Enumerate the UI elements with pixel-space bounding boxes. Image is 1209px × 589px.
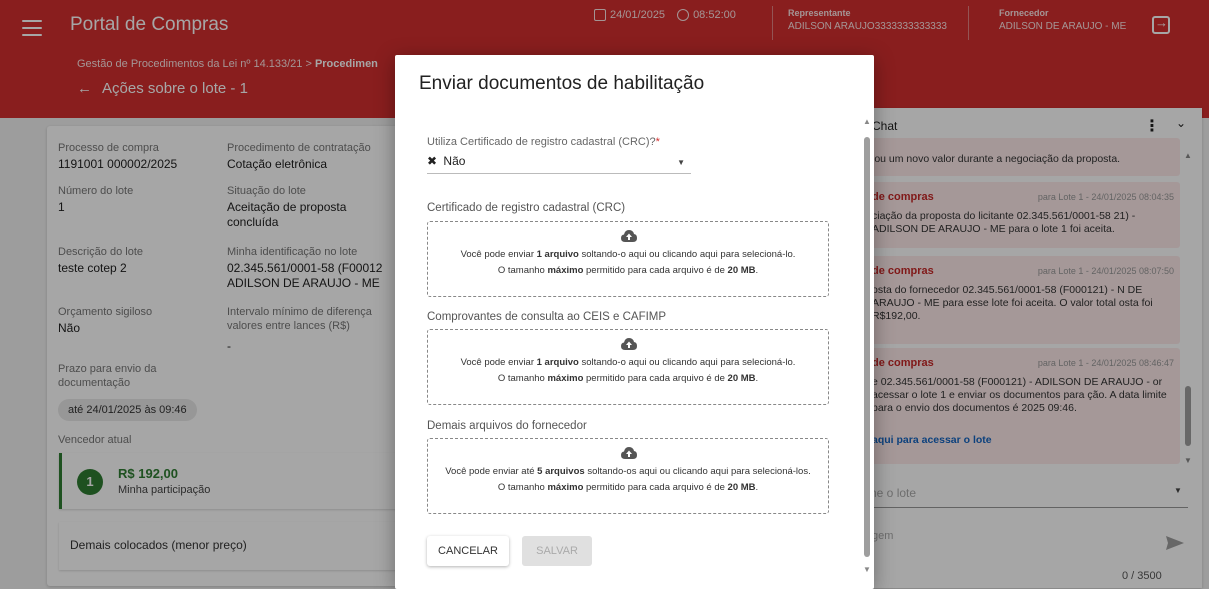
dialog-title: Enviar documentos de habilitação bbox=[419, 73, 705, 94]
dialog-scrollbar[interactable] bbox=[864, 137, 870, 557]
dropzone-size-limit: O tamanho máximo permitido para cada arq… bbox=[497, 265, 759, 276]
scroll-up-icon[interactable]: ▲ bbox=[863, 117, 871, 126]
cancel-button[interactable]: CANCELAR bbox=[427, 536, 509, 566]
other-files-dropzone[interactable]: Você pode enviar até 5 arquivos soltando… bbox=[427, 438, 829, 514]
crc-dropzone[interactable]: Você pode enviar 1 arquivo soltando-o aq… bbox=[427, 221, 829, 297]
chevron-down-icon: ▼ bbox=[677, 158, 685, 167]
scroll-down-icon[interactable]: ▼ bbox=[863, 565, 871, 574]
required-mark: * bbox=[655, 136, 660, 148]
ceis-dropzone[interactable]: Você pode enviar 1 arquivo soltando-o aq… bbox=[427, 329, 829, 405]
dropzone-instructions: Você pode enviar 1 arquivo soltando-o aq… bbox=[460, 249, 796, 260]
close-x-icon: ✖ bbox=[427, 154, 438, 168]
upload-documents-dialog: Enviar documentos de habilitação Utiliza… bbox=[395, 55, 874, 589]
cloud-upload-icon bbox=[621, 230, 637, 242]
crc-select[interactable]: ✖ Não ▼ bbox=[427, 154, 691, 174]
cloud-upload-icon bbox=[621, 447, 637, 459]
crc-select-value: Não bbox=[443, 154, 466, 168]
other-files-section-title: Demais arquivos do fornecedor bbox=[427, 420, 587, 432]
crc-section-title: Certificado de registro cadastral (CRC) bbox=[427, 202, 626, 214]
ceis-section-title: Comprovantes de consulta ao CEIS e CAFIM… bbox=[427, 311, 667, 323]
crc-question-text: Utiliza Certificado de registro cadastra… bbox=[427, 136, 656, 148]
save-button[interactable]: SALVAR bbox=[522, 536, 592, 566]
cloud-upload-icon bbox=[621, 338, 637, 350]
dropzone-size-limit: O tamanho máximo permitido para cada arq… bbox=[497, 373, 759, 384]
dropzone-size-limit: O tamanho máximo permitido para cada arq… bbox=[497, 482, 759, 493]
dropzone-instructions: Você pode enviar até 5 arquivos soltando… bbox=[445, 466, 811, 477]
crc-question-label: Utiliza Certificado de registro cadastra… bbox=[427, 136, 660, 148]
dropzone-instructions: Você pode enviar 1 arquivo soltando-o aq… bbox=[460, 357, 796, 368]
